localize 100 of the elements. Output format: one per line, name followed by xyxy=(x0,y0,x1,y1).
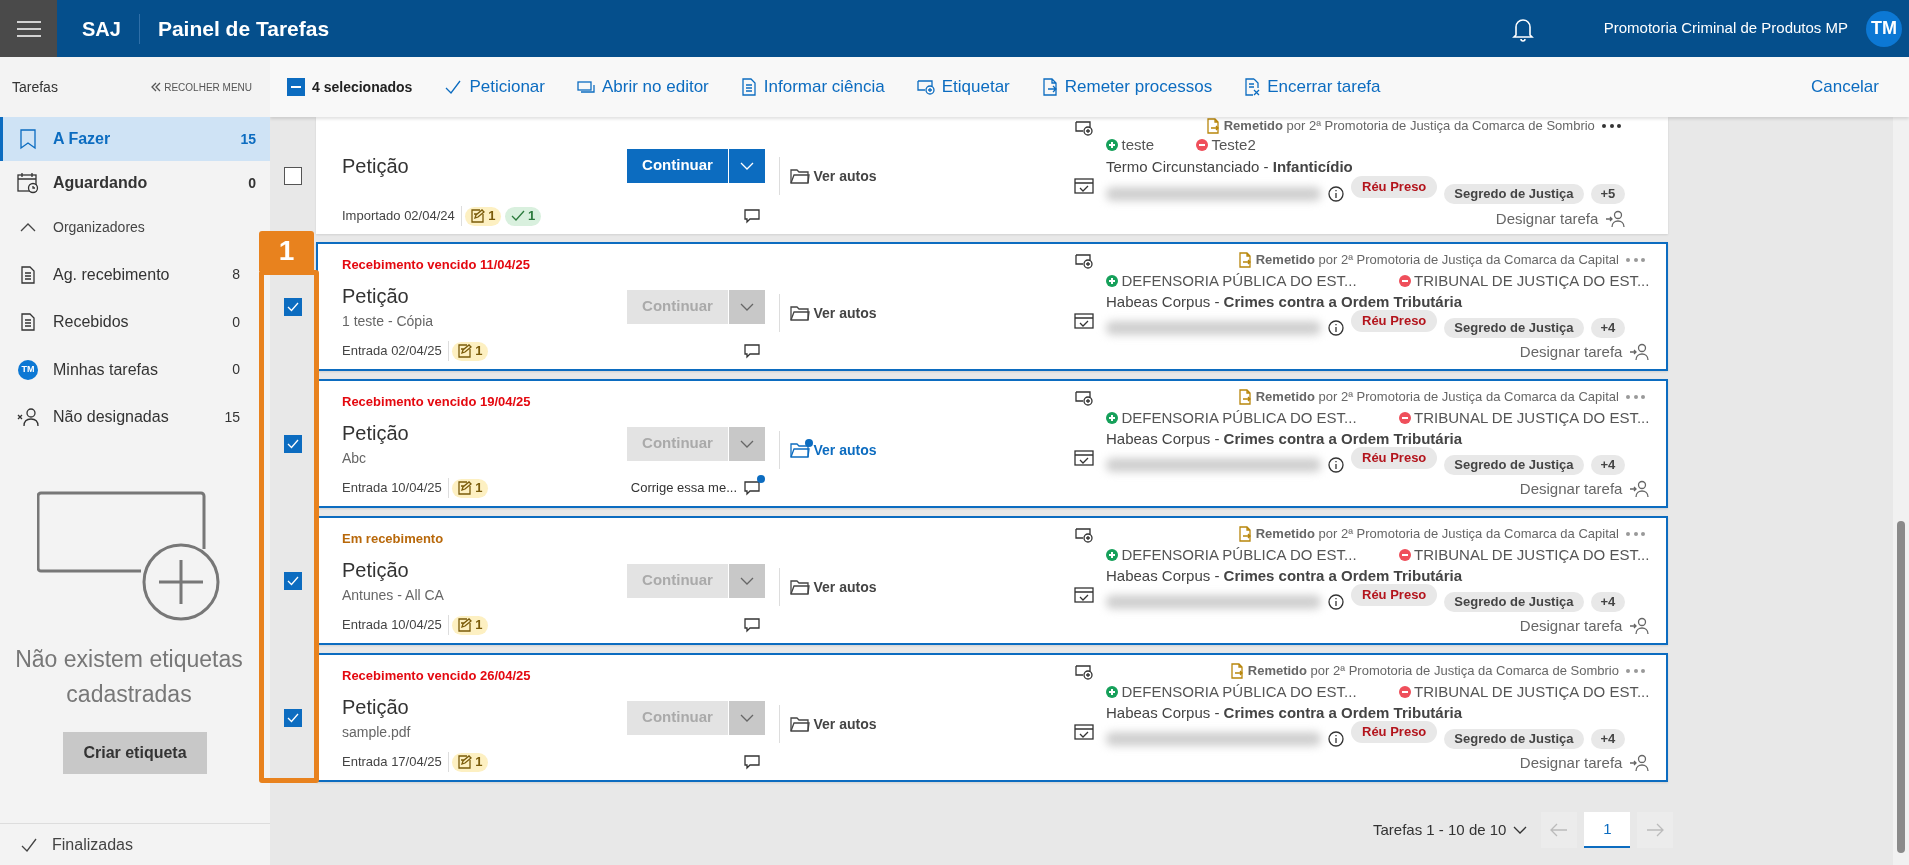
item-count: 0 xyxy=(248,173,256,193)
scrollbar[interactable] xyxy=(1893,117,1909,865)
assign-task-button[interactable]: Designar tarefa xyxy=(1495,208,1626,230)
task-checkbox[interactable] xyxy=(284,297,302,316)
task-checkbox[interactable] xyxy=(284,571,302,590)
page-size-dropdown[interactable] xyxy=(1513,826,1528,834)
toolbar-action[interactable]: Informar ciência xyxy=(740,74,885,100)
assign-task-button[interactable]: Designar tarefa xyxy=(1519,478,1650,500)
task-date: Entrada 17/04/25 xyxy=(342,752,449,772)
document-arrow-icon xyxy=(1238,526,1253,542)
sidebar-item[interactable]: A Fazer 15 xyxy=(0,117,270,161)
info-icon xyxy=(1328,730,1344,747)
forwarded-info: Remetido por 2ª Promotoria de Justiça da Comarca de Sombrio xyxy=(1223,118,1595,134)
party-name: TRIBUNAL DE JUSTIÇA DO EST... xyxy=(1398,683,1650,702)
select-all-checkbox[interactable] xyxy=(287,78,305,96)
task-card[interactable] xyxy=(316,653,1668,782)
task-card[interactable] xyxy=(316,117,1668,234)
add-label-button[interactable] xyxy=(1075,526,1093,544)
chevron-down-icon xyxy=(740,302,754,311)
add-label-button[interactable] xyxy=(1075,252,1093,270)
user-avatar[interactable]: TM xyxy=(1866,10,1902,47)
folder-icon xyxy=(790,304,810,322)
task-checkbox[interactable] xyxy=(284,708,302,727)
continue-dropdown-button[interactable] xyxy=(729,289,765,324)
case-tag: Réu Preso xyxy=(1351,720,1438,743)
case-tag: Réu Preso xyxy=(1351,583,1438,606)
add-label-button[interactable] xyxy=(1075,389,1093,407)
page-button[interactable]: 1 xyxy=(1584,812,1631,848)
assign-person-icon xyxy=(1629,343,1650,361)
view-case-link[interactable]: Ver autos xyxy=(790,713,877,735)
continue-dropdown-button[interactable] xyxy=(729,700,765,735)
task-subtitle: Antunes - All CA xyxy=(342,586,444,605)
sidebar-item[interactable]: Aguardando 0 xyxy=(0,161,270,205)
task-date: Entrada 10/04/25 xyxy=(342,615,449,635)
view-case-link[interactable]: Ver autos xyxy=(790,439,877,461)
toolbar-action[interactable]: Peticionar xyxy=(444,74,545,100)
task-status: Recebimento vencido 26/04/25 xyxy=(342,668,531,683)
view-case-link[interactable]: Ver autos xyxy=(790,165,877,187)
task-date: Importado 02/04/24 xyxy=(342,206,462,226)
window-check-icon xyxy=(1074,586,1094,604)
assign-task-button[interactable]: Designar tarefa xyxy=(1519,752,1650,774)
task-status: Em recebimento xyxy=(342,531,444,546)
label-add-icon xyxy=(1075,526,1093,544)
task-card[interactable] xyxy=(316,516,1668,645)
sidebar-item[interactable]: Não designadas 15 xyxy=(0,395,254,439)
assign-task-button[interactable]: Designar tarefa xyxy=(1519,341,1650,363)
sidebar-item[interactable]: Ag. recebimento 8 xyxy=(0,252,254,297)
collapse-menu-button[interactable]: RECOLHER MENU xyxy=(144,78,258,96)
case-tag: +4 xyxy=(1590,317,1626,338)
assign-task-button[interactable]: Designar tarefa xyxy=(1519,615,1650,637)
continue-dropdown-button[interactable] xyxy=(729,426,765,461)
minus-circle-icon xyxy=(1398,275,1411,288)
sidebar-item[interactable]: Recebidos 0 xyxy=(0,300,254,344)
chevron-down-icon xyxy=(740,161,754,170)
case-tag: Réu Preso xyxy=(1351,309,1438,332)
task-title: Petição xyxy=(342,153,409,179)
sidebar-item[interactable]: TM Minhas tarefas 0 xyxy=(0,347,254,392)
count-badge: 1 xyxy=(452,478,489,498)
document-icon xyxy=(20,313,36,331)
check-window-button[interactable] xyxy=(1074,586,1094,604)
menu-button[interactable] xyxy=(0,0,57,57)
party-name: DEFENSORIA PÚBLICA DO EST... xyxy=(1106,683,1357,702)
toolbar-action[interactable]: Encerrar tarefa xyxy=(1244,74,1381,100)
toolbar-action[interactable]: Etiquetar xyxy=(916,74,1010,100)
label-add-icon xyxy=(916,78,935,96)
organizers-toggle[interactable]: Organizadores xyxy=(0,205,254,249)
case-tag: Segredo de Justiça xyxy=(1444,317,1584,338)
sidebar-item-label: Minhas tarefas xyxy=(53,359,158,380)
comment-preview: Corrige essa me... xyxy=(630,479,737,498)
check-window-button[interactable] xyxy=(1074,723,1094,741)
check-window-button[interactable] xyxy=(1074,312,1094,330)
toolbar-action[interactable]: Abrir no editor xyxy=(577,74,709,100)
forwarded-info: Remetido por 2ª Promotoria de Justiça da Comarca da Capital xyxy=(1255,389,1619,405)
document-arrow-icon xyxy=(1041,78,1058,96)
unassigned-person-icon xyxy=(17,407,39,427)
view-case-link[interactable]: Ver autos xyxy=(790,576,877,598)
view-case-link[interactable]: Ver autos xyxy=(790,302,877,324)
create-label-button[interactable]: Criar etiqueta xyxy=(63,732,207,774)
window-check-icon xyxy=(1074,723,1094,741)
cancel-button[interactable]: Cancelar xyxy=(1810,74,1879,100)
case-description: Habeas Corpus - Crimes contra a Ordem Tributária xyxy=(1106,566,1463,586)
continue-button[interactable]: Continuar xyxy=(627,148,729,183)
task-title: Petição xyxy=(342,421,409,446)
toolbar-action[interactable]: Remeter processos xyxy=(1041,74,1213,100)
task-checkbox[interactable] xyxy=(284,166,302,185)
add-label-button[interactable] xyxy=(1075,663,1093,681)
comment-button[interactable] xyxy=(744,475,765,496)
continue-dropdown-button[interactable] xyxy=(729,148,765,183)
continue-dropdown-button[interactable] xyxy=(729,563,765,598)
check-icon xyxy=(287,300,299,313)
case-tag: Réu Preso xyxy=(1351,175,1438,198)
case-description: Habeas Corpus - Crimes contra a Ordem Tributária xyxy=(1106,703,1463,723)
sidebar-item-label: Ag. recebimento xyxy=(53,264,170,285)
task-checkbox[interactable] xyxy=(284,434,302,453)
comment-icon xyxy=(744,617,760,633)
check-window-button[interactable] xyxy=(1074,449,1094,467)
task-card[interactable] xyxy=(316,242,1668,371)
task-card[interactable] xyxy=(316,379,1668,508)
check-window-button[interactable] xyxy=(1074,177,1094,195)
add-label-button[interactable] xyxy=(1075,119,1093,137)
